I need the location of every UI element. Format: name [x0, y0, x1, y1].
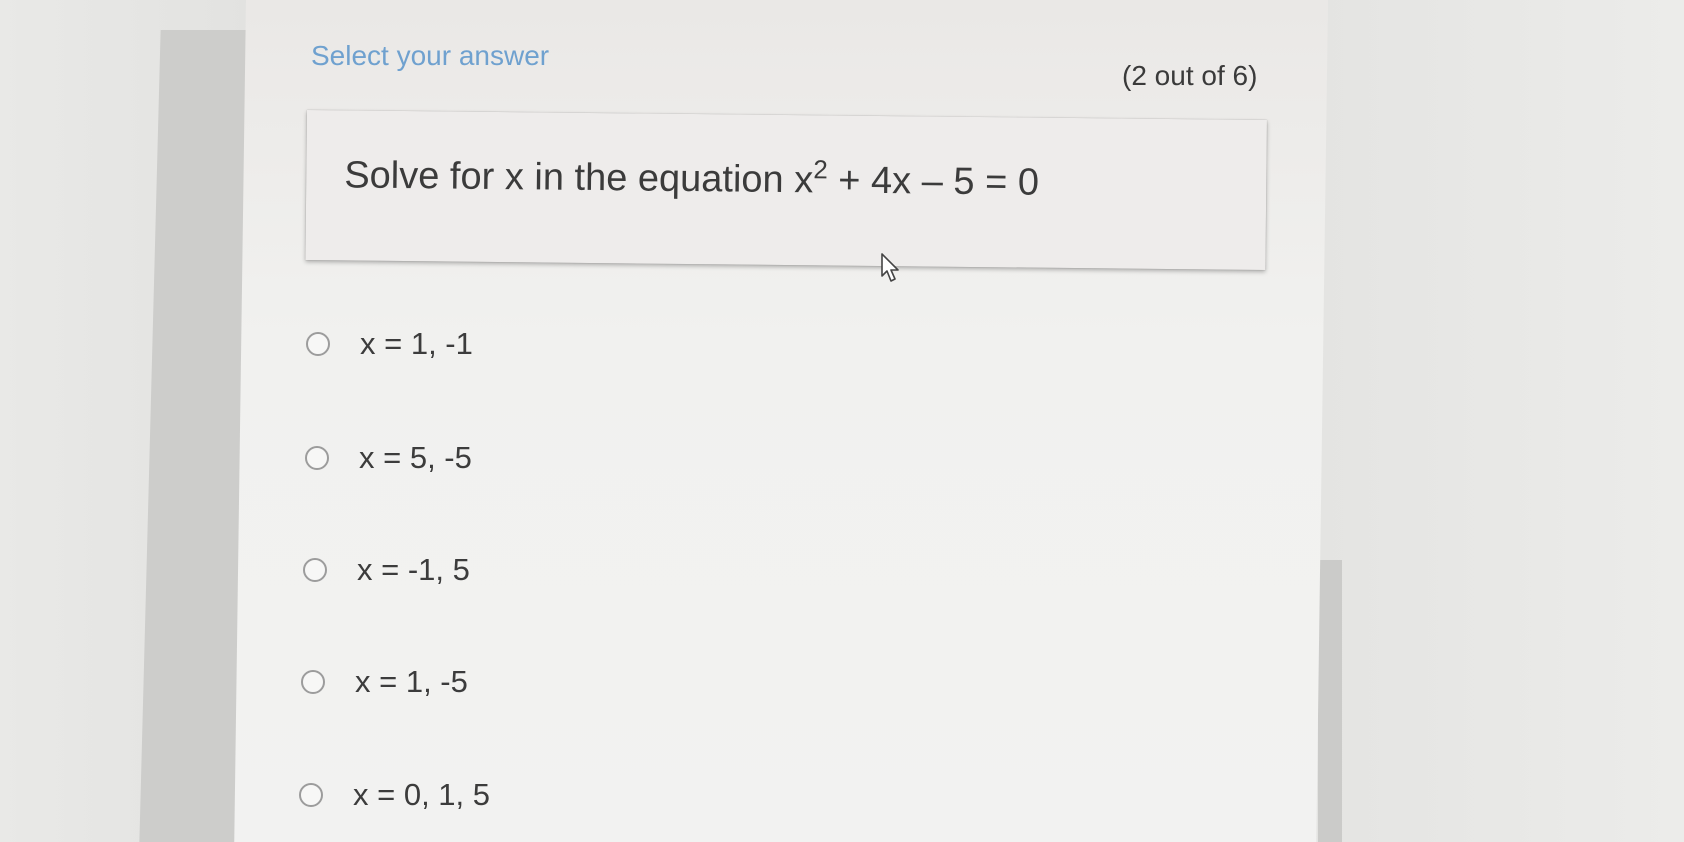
answer-label[interactable]: x = -1, 5 — [357, 552, 470, 588]
radio-button[interactable] — [299, 783, 323, 807]
radio-button[interactable] — [301, 670, 325, 694]
desk-background-right — [1310, 0, 1684, 842]
answer-label[interactable]: x = 1, -5 — [355, 664, 468, 700]
answer-label[interactable]: x = 0, 1, 5 — [353, 777, 490, 813]
question-suffix: + 4x – 5 = 0 — [827, 159, 1040, 204]
answer-option-4[interactable]: x = 1, -5 — [301, 664, 468, 700]
question-text: Solve for x in the equation x2 + 4x – 5 … — [344, 154, 1039, 204]
question-prefix: Solve for x in the equation x — [344, 154, 814, 202]
answer-label[interactable]: x = 5, -5 — [359, 440, 472, 476]
question-progress: (2 out of 6) — [1122, 60, 1258, 91]
mouse-pointer-icon — [881, 253, 899, 282]
answer-option-5[interactable]: x = 0, 1, 5 — [299, 777, 490, 813]
answer-option-1[interactable]: x = 1, -1 — [306, 326, 473, 362]
question-exponent: 2 — [813, 154, 828, 185]
radio-button[interactable] — [306, 332, 330, 356]
background-sheet-right — [1318, 560, 1342, 842]
answer-option-3[interactable]: x = -1, 5 — [303, 552, 470, 588]
answer-option-2[interactable]: x = 5, -5 — [305, 440, 472, 476]
page-title: Select your answer — [311, 40, 550, 71]
radio-button[interactable] — [303, 558, 327, 582]
question-card: Solve for x in the equation x2 + 4x – 5 … — [305, 110, 1267, 271]
radio-button[interactable] — [305, 446, 329, 470]
answer-label[interactable]: x = 1, -1 — [360, 326, 473, 362]
